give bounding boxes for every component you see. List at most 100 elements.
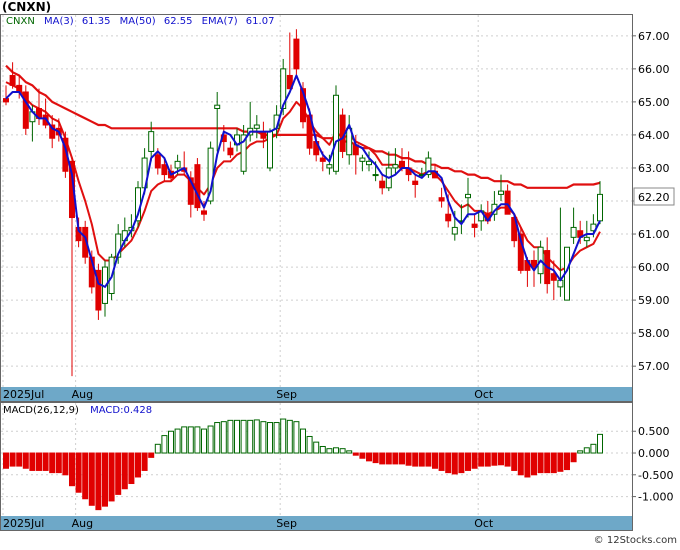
macd-bar <box>412 452 419 467</box>
macd-bar <box>29 452 36 471</box>
macd-bar <box>511 452 518 471</box>
macd-bar <box>154 443 161 454</box>
macd-bar <box>471 452 478 469</box>
candle-body <box>583 236 590 242</box>
macd-bar <box>458 452 465 474</box>
month-label: Sep <box>276 388 297 401</box>
candle-body <box>445 213 452 222</box>
macd-bar <box>590 443 597 454</box>
macd-bar <box>253 419 260 454</box>
macd-bar <box>36 452 42 471</box>
macd-bar <box>372 452 379 464</box>
macd-bar <box>359 452 366 459</box>
macd-bar <box>16 452 23 467</box>
candle-body <box>3 98 9 103</box>
candle-body <box>392 164 399 169</box>
macd-bar <box>306 435 313 454</box>
watermark: © 12Stocks.com <box>594 535 677 546</box>
macd-bar <box>69 452 75 487</box>
macd-bar <box>280 418 287 454</box>
candle-body <box>214 104 221 109</box>
legend-ema7: EMA(7) <box>202 16 238 27</box>
candle <box>267 128 273 172</box>
candle-body <box>161 164 168 176</box>
macd-bar <box>141 452 148 471</box>
macd-y-axis: 0.500 0.000 -0.500 -1.000 <box>632 425 673 504</box>
chart-svg: 57.0058.0059.0060.0061.0062.0063.0064.00… <box>0 0 677 546</box>
macd-bar <box>194 426 201 454</box>
macd-bar <box>339 448 346 454</box>
macd-month-label: Aug <box>72 517 93 530</box>
macd-bar <box>385 452 392 465</box>
candle-body <box>174 160 181 169</box>
candle-body <box>227 147 234 156</box>
macd-bar <box>425 452 432 467</box>
macd-tick-label: 0.500 <box>638 425 670 438</box>
legend-ticker: CNXN <box>6 16 35 27</box>
candle-body <box>570 226 577 238</box>
macd-bar <box>564 452 570 471</box>
candle-body <box>267 131 273 169</box>
macd-bar <box>161 435 168 454</box>
macd-bar <box>201 428 207 454</box>
candle-body <box>359 157 366 162</box>
macd-bar <box>49 452 56 474</box>
macd-bar <box>148 452 155 458</box>
macd-bar <box>187 426 194 454</box>
macd-bar <box>267 422 273 454</box>
macd-bar <box>392 452 399 465</box>
macd-bar <box>121 452 128 490</box>
macd-bar <box>491 452 498 466</box>
candle-body <box>597 193 603 222</box>
macd-bar <box>583 447 590 454</box>
macd-bar <box>597 433 603 454</box>
price-tick-label: 66.00 <box>638 63 670 76</box>
candle-body <box>319 157 326 162</box>
macd-bar <box>498 452 504 466</box>
candle <box>22 85 29 135</box>
macd-bar <box>62 452 69 476</box>
price-tick-label: 59.00 <box>638 294 670 307</box>
candle-body <box>438 197 445 202</box>
macd-bar <box>247 419 254 454</box>
price-tick-label: 60.00 <box>638 261 670 274</box>
macd-bar <box>260 421 267 454</box>
macd-bar <box>286 419 293 454</box>
candle-body <box>293 38 300 70</box>
candle-body <box>451 226 458 235</box>
macd-month-label: Oct <box>474 517 494 530</box>
macd-bar <box>531 452 537 476</box>
macd-month-label: Sep <box>276 517 297 530</box>
legend-ma3-value: 61.35 <box>82 16 111 27</box>
candle-body <box>16 84 23 93</box>
macd-bar <box>432 452 438 469</box>
stock-chart: 57.0058.0059.0060.0061.0062.0063.0064.00… <box>0 0 680 546</box>
candle <box>333 85 339 175</box>
macd-bar <box>181 426 188 454</box>
macd-bar <box>504 452 511 467</box>
macd-bar <box>313 441 320 454</box>
macd-bar <box>234 419 240 454</box>
macd-bar <box>484 452 491 467</box>
price-tick-label: 65.00 <box>638 96 670 109</box>
macd-bar <box>3 452 9 469</box>
macd-bar <box>273 422 280 454</box>
macd-bar <box>346 450 353 454</box>
candle-body <box>201 210 207 215</box>
macd-bar <box>95 452 102 511</box>
macd-bar <box>544 452 551 474</box>
candle-body <box>412 180 419 185</box>
price-tick-label: 63.00 <box>638 162 670 175</box>
candle-body <box>9 74 16 86</box>
candle-body <box>504 190 511 215</box>
macd-bar <box>42 452 49 471</box>
macd-bar <box>75 452 82 493</box>
macd-title: MACD(26,12,9) <box>3 405 79 416</box>
legend-ma50-value: 62.55 <box>164 16 193 27</box>
candle-body <box>22 91 29 129</box>
candle <box>194 158 201 211</box>
candle-body <box>260 131 267 139</box>
price-panel-frame <box>0 14 633 402</box>
price-tick-label: 58.00 <box>638 327 670 340</box>
price-tick-label: 61.00 <box>638 228 670 241</box>
